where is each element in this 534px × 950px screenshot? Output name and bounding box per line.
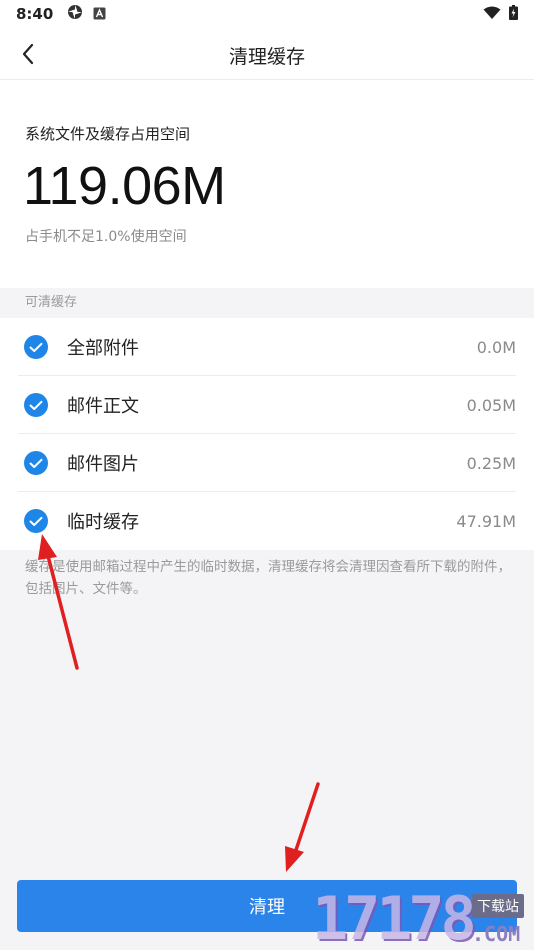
summary-note: 占手机不足1.0%使用空间 bbox=[25, 229, 187, 245]
wifi-icon bbox=[483, 5, 501, 24]
checkbox-checked-icon[interactable] bbox=[24, 335, 48, 359]
status-time: 8:40 bbox=[16, 5, 54, 23]
summary-label: 系统文件及缓存占用空间 bbox=[25, 125, 191, 143]
battery-icon bbox=[509, 4, 518, 24]
clean-button[interactable]: 清理 bbox=[17, 880, 517, 932]
cache-item-label: 全部附件 bbox=[67, 338, 139, 359]
summary-size: 119.06M bbox=[23, 156, 226, 216]
cache-item-size: 0.25M bbox=[466, 453, 516, 473]
cache-item-size: 0.0M bbox=[476, 337, 516, 357]
cache-item-temp-cache[interactable]: 临时缓存 47.91M bbox=[0, 492, 534, 550]
status-bar: 8:40 bbox=[0, 0, 534, 28]
checkbox-checked-icon[interactable] bbox=[24, 451, 48, 475]
checkbox-checked-icon[interactable] bbox=[24, 393, 48, 417]
cache-summary: 系统文件及缓存占用空间 119.06M 占手机不足1.0%使用空间 bbox=[0, 80, 534, 288]
cache-item-label: 临时缓存 bbox=[67, 512, 139, 533]
cache-item-mail-images[interactable]: 邮件图片 0.25M bbox=[0, 434, 534, 492]
cache-description: 缓存是使用邮箱过程中产生的临时数据，清理缓存将会清理因查看所下载的附件，包括图片… bbox=[25, 559, 511, 597]
screen: 8:40 清理缓存 系统文件及缓存占用空间 119.06M 占手机不足1.0%使… bbox=[0, 0, 534, 950]
cache-item-size: 0.05M bbox=[466, 395, 516, 415]
cache-item-label: 邮件正文 bbox=[67, 396, 139, 417]
cache-item-label: 邮件图片 bbox=[67, 454, 139, 475]
annotation-arrow-icon bbox=[38, 534, 79, 670]
annotation-arrow-icon bbox=[285, 782, 320, 872]
status-icons-right bbox=[483, 4, 518, 24]
cache-item-size: 47.91M bbox=[456, 511, 516, 531]
page-title: 清理缓存 bbox=[228, 46, 305, 68]
header: 清理缓存 bbox=[0, 28, 534, 80]
section-header: 可清缓存 bbox=[0, 288, 534, 318]
status-icons-left bbox=[67, 4, 106, 24]
checkbox-checked-icon[interactable] bbox=[24, 509, 48, 533]
notification-a-icon bbox=[93, 5, 106, 24]
cache-list: 全部附件 0.0M 邮件正文 0.05M 邮件图片 0.25M 临时缓存 47.… bbox=[0, 318, 534, 550]
cache-item-mail-body[interactable]: 邮件正文 0.05M bbox=[0, 376, 534, 434]
cache-item-all-attachments[interactable]: 全部附件 0.0M bbox=[0, 318, 534, 376]
app-icon bbox=[67, 4, 83, 24]
